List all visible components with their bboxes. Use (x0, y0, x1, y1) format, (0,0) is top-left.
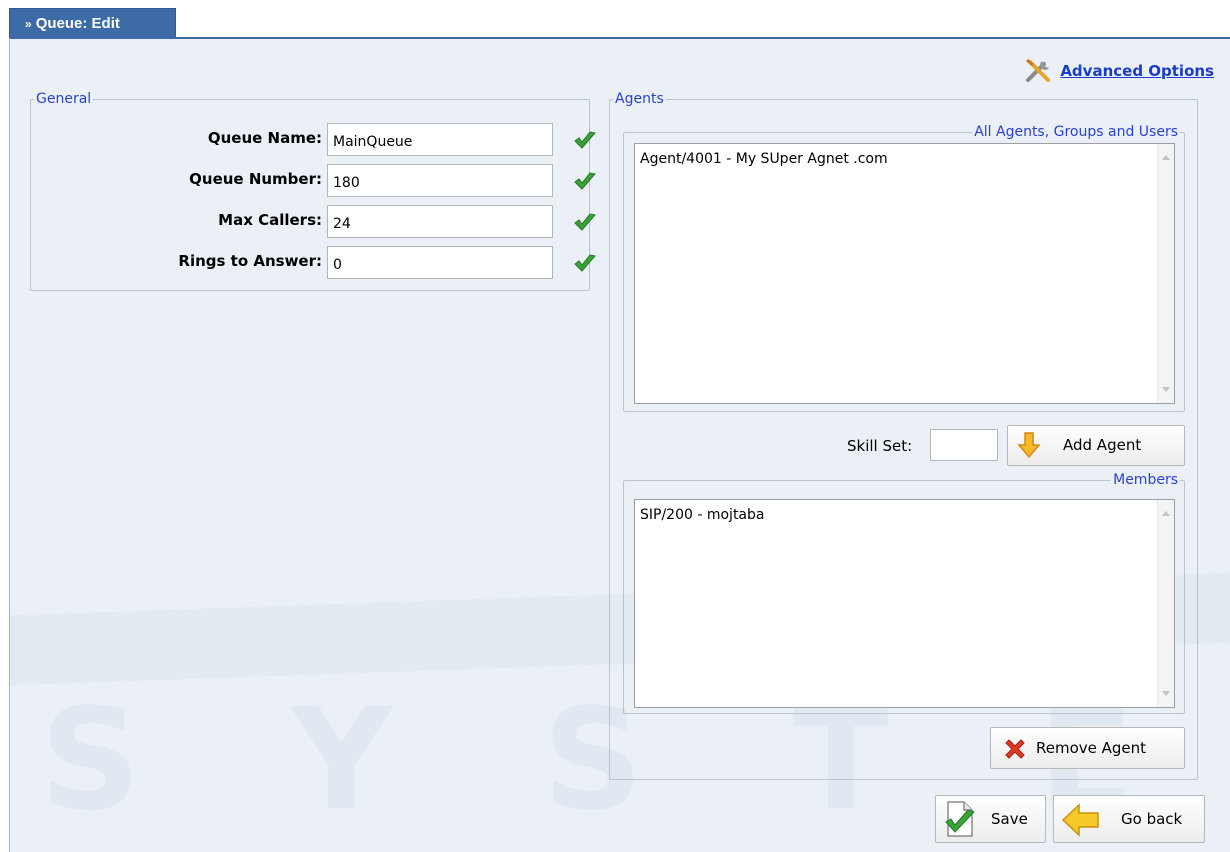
red-x-icon (1005, 739, 1025, 759)
check-icon (574, 172, 596, 190)
rings-to-answer-input[interactable] (327, 246, 553, 279)
queue-number-label: Queue Number: (189, 170, 322, 188)
advanced-options-label[interactable]: Advanced Options (1060, 62, 1214, 80)
top-strip (0, 0, 1230, 38)
queue-number-row: Queue Number: (30, 164, 596, 198)
scroll-up-icon[interactable] (1162, 155, 1170, 160)
arrow-left-icon (1061, 803, 1099, 837)
members-listbox[interactable]: SIP/200 - mojtaba (634, 499, 1175, 708)
skill-set-input[interactable] (930, 429, 998, 461)
scroll-up-icon[interactable] (1162, 511, 1170, 516)
save-document-icon (945, 801, 975, 837)
add-agent-label: Add Agent (1063, 436, 1142, 454)
remove-agent-button[interactable]: Remove Agent (990, 727, 1185, 769)
scrollbar[interactable] (1157, 144, 1174, 403)
tab-title: Queue: Edit (35, 15, 120, 32)
queue-name-label: Queue Name: (207, 129, 322, 147)
queue-name-row: Queue Name: (30, 123, 596, 157)
check-icon (574, 254, 596, 272)
agents-legend: Agents (615, 91, 664, 107)
scrollbar[interactable] (1157, 500, 1174, 707)
members-legend: Members (1113, 472, 1178, 488)
tools-icon (1026, 58, 1051, 82)
advanced-options-link[interactable]: Advanced Options (1024, 58, 1214, 84)
queue-number-input[interactable] (327, 164, 553, 197)
go-back-label: Go back (1121, 810, 1183, 828)
list-item[interactable]: Agent/4001 - My SUper Agnet .com (635, 144, 1174, 167)
rings-to-answer-label: Rings to Answer: (178, 252, 322, 270)
remove-agent-label: Remove Agent (1036, 739, 1147, 757)
save-label: Save (991, 810, 1028, 828)
page-tab[interactable]: » Queue: Edit (9, 8, 176, 38)
go-back-button[interactable]: Go back (1053, 795, 1205, 843)
list-item[interactable]: SIP/200 - mojtaba (635, 500, 1174, 523)
skill-set-label: Skill Set: (847, 437, 913, 455)
check-icon (574, 131, 596, 149)
check-icon (574, 213, 596, 231)
tab-prefix: » (25, 17, 32, 31)
arrow-down-icon (1017, 432, 1041, 459)
queue-name-input[interactable] (327, 123, 553, 156)
rings-to-answer-row: Rings to Answer: (30, 246, 596, 280)
max-callers-input[interactable] (327, 205, 553, 238)
scroll-down-icon[interactable] (1162, 691, 1170, 696)
max-callers-label: Max Callers: (218, 211, 322, 229)
scroll-down-icon[interactable] (1162, 387, 1170, 392)
general-legend: General (36, 91, 92, 107)
all-agents-listbox[interactable]: Agent/4001 - My SUper Agnet .com (634, 143, 1175, 404)
save-button[interactable]: Save (935, 795, 1046, 843)
add-agent-button[interactable]: Add Agent (1007, 425, 1185, 466)
all-agents-legend: All Agents, Groups and Users (974, 124, 1178, 140)
max-callers-row: Max Callers: (30, 205, 596, 239)
